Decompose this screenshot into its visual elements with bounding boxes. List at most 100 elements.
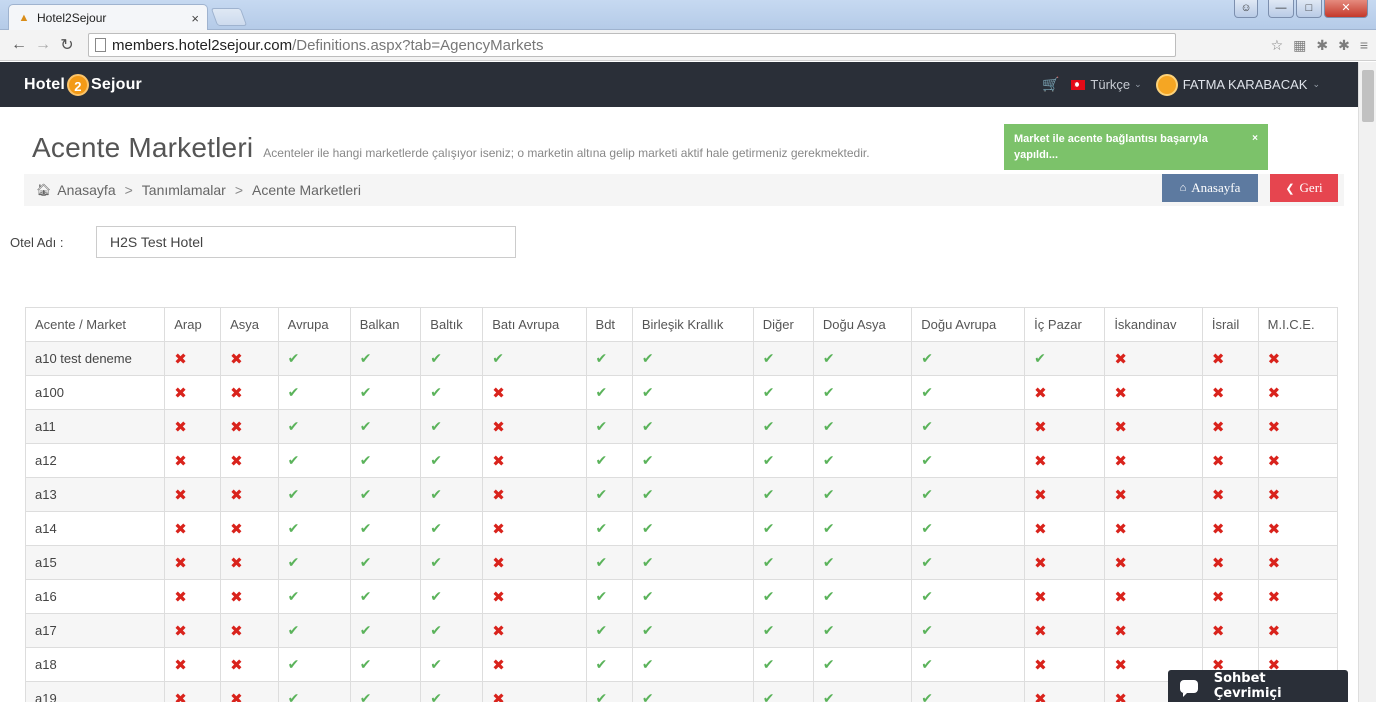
check-icon[interactable] [430, 656, 442, 672]
check-icon[interactable] [763, 520, 775, 536]
check-icon[interactable] [360, 690, 372, 702]
check-icon[interactable] [642, 384, 654, 400]
scrollbar-thumb[interactable] [1362, 70, 1374, 122]
check-icon[interactable] [763, 350, 775, 366]
check-icon[interactable] [763, 486, 775, 502]
cross-icon[interactable] [492, 487, 505, 504]
check-icon[interactable] [596, 520, 608, 536]
check-icon[interactable] [642, 622, 654, 638]
check-icon[interactable] [360, 418, 372, 434]
check-icon[interactable] [288, 656, 300, 672]
cross-icon[interactable] [230, 555, 243, 572]
cross-icon[interactable] [1034, 487, 1047, 504]
check-icon[interactable] [596, 350, 608, 366]
cross-icon[interactable] [230, 385, 243, 402]
check-icon[interactable] [430, 622, 442, 638]
cross-icon[interactable] [174, 419, 187, 436]
cross-icon[interactable] [1034, 521, 1047, 538]
cross-icon[interactable] [492, 691, 505, 702]
cross-icon[interactable] [1268, 487, 1281, 504]
check-icon[interactable] [430, 486, 442, 502]
check-icon[interactable] [596, 622, 608, 638]
cart-icon[interactable]: 🛒 [1042, 76, 1059, 93]
toast-close-icon[interactable]: × [1252, 131, 1258, 147]
check-icon[interactable] [763, 384, 775, 400]
cross-icon[interactable] [1114, 589, 1127, 606]
puzzle-icon-2[interactable]: ✱ [1338, 37, 1350, 54]
cross-icon[interactable] [492, 521, 505, 538]
check-icon[interactable] [763, 554, 775, 570]
cross-icon[interactable] [1034, 691, 1047, 702]
check-icon[interactable] [642, 520, 654, 536]
check-icon[interactable] [921, 384, 933, 400]
breadcrumb-definitions[interactable]: Tanımlamalar [142, 182, 226, 198]
check-icon[interactable] [763, 418, 775, 434]
check-icon[interactable] [921, 622, 933, 638]
check-icon[interactable] [360, 656, 372, 672]
check-icon[interactable] [823, 622, 835, 638]
check-icon[interactable] [921, 350, 933, 366]
cross-icon[interactable] [174, 691, 187, 702]
cross-icon[interactable] [230, 351, 243, 368]
cross-icon[interactable] [1212, 623, 1225, 640]
check-icon[interactable] [430, 554, 442, 570]
check-icon[interactable] [642, 656, 654, 672]
check-icon[interactable] [596, 554, 608, 570]
cross-icon[interactable] [1212, 487, 1225, 504]
check-icon[interactable] [430, 588, 442, 604]
check-icon[interactable] [763, 690, 775, 702]
check-icon[interactable] [921, 520, 933, 536]
cross-icon[interactable] [230, 657, 243, 674]
cross-icon[interactable] [1212, 453, 1225, 470]
logo[interactable]: Hotel 2 Sejour [24, 73, 142, 96]
page-scrollbar[interactable] [1358, 62, 1376, 702]
check-icon[interactable] [823, 690, 835, 702]
cross-icon[interactable] [230, 623, 243, 640]
check-icon[interactable] [642, 350, 654, 366]
cross-icon[interactable] [1268, 419, 1281, 436]
cross-icon[interactable] [174, 351, 187, 368]
back-arrow-icon[interactable]: ← [8, 36, 30, 54]
puzzle-icon[interactable]: ✱ [1316, 37, 1328, 54]
check-icon[interactable] [763, 656, 775, 672]
cross-icon[interactable] [1034, 623, 1047, 640]
check-icon[interactable] [921, 452, 933, 468]
cross-icon[interactable] [1114, 521, 1127, 538]
check-icon[interactable] [360, 520, 372, 536]
cross-icon[interactable] [1268, 453, 1281, 470]
cross-icon[interactable] [174, 657, 187, 674]
check-icon[interactable] [921, 588, 933, 604]
check-icon[interactable] [642, 554, 654, 570]
cross-icon[interactable] [230, 521, 243, 538]
cross-icon[interactable] [1114, 419, 1127, 436]
language-selector[interactable]: Türkçe [1090, 77, 1130, 92]
check-icon[interactable] [596, 384, 608, 400]
cross-icon[interactable] [230, 487, 243, 504]
check-icon[interactable] [596, 588, 608, 604]
check-icon[interactable] [642, 418, 654, 434]
cross-icon[interactable] [1034, 453, 1047, 470]
check-icon[interactable] [492, 350, 504, 366]
user-menu[interactable]: FATMA KARABACAK [1183, 77, 1308, 92]
cross-icon[interactable] [1034, 657, 1047, 674]
check-icon[interactable] [823, 350, 835, 366]
check-icon[interactable] [596, 486, 608, 502]
address-bar[interactable]: members.hotel2sejour.com /Definitions.as… [88, 33, 1176, 57]
cross-icon[interactable] [1114, 657, 1127, 674]
cross-icon[interactable] [174, 555, 187, 572]
minimize-button[interactable]: — [1268, 0, 1294, 18]
tab-close-icon[interactable]: × [191, 11, 199, 26]
back-button[interactable]: ❮ Geri [1270, 174, 1338, 202]
cross-icon[interactable] [492, 385, 505, 402]
cross-icon[interactable] [1114, 385, 1127, 402]
avatar[interactable] [1155, 73, 1178, 96]
check-icon[interactable] [921, 690, 933, 702]
check-icon[interactable] [430, 350, 442, 366]
check-icon[interactable] [288, 452, 300, 468]
new-tab-button[interactable] [210, 8, 248, 26]
bookmark-star-icon[interactable]: ☆ [1271, 37, 1284, 54]
check-icon[interactable] [642, 486, 654, 502]
profile-icon[interactable]: ☺ [1234, 0, 1258, 18]
check-icon[interactable] [921, 554, 933, 570]
check-icon[interactable] [288, 588, 300, 604]
